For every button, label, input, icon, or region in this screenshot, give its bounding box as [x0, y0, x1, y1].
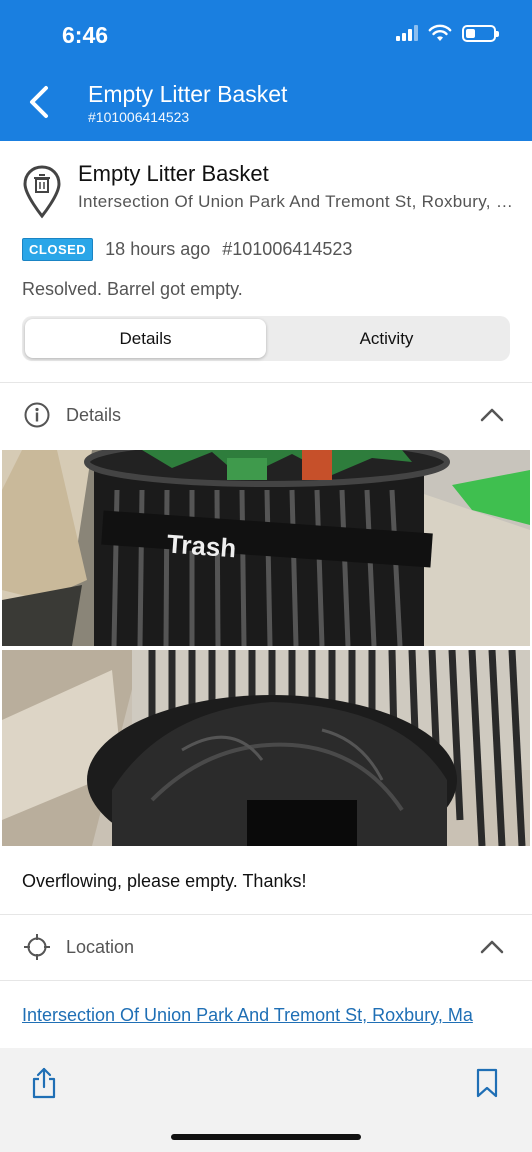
request-title: Empty Litter Basket — [78, 161, 269, 186]
resolution-text: Resolved. Barrel got empty. — [22, 279, 243, 299]
divider — [0, 980, 532, 981]
location-crosshair-icon — [24, 934, 50, 960]
request-description: Overflowing, please empty. Thanks! — [22, 871, 307, 891]
page-title: Empty Litter Basket — [88, 81, 288, 107]
photo-empty-basket[interactable] — [2, 650, 530, 846]
info-icon — [24, 402, 50, 428]
battery-icon — [462, 24, 499, 42]
case-id: #101006414523 — [222, 239, 353, 259]
app-header: 6:46 Empty Litter Basket #101006414523 — [0, 0, 532, 141]
share-icon[interactable] — [30, 1066, 58, 1100]
time-ago: 18 hours ago — [105, 239, 211, 259]
tab-activity[interactable]: Activity — [266, 319, 507, 358]
chevron-up-icon[interactable] — [480, 940, 504, 954]
status-time: 6:46 — [62, 22, 109, 48]
divider — [0, 914, 532, 915]
details-section-label: Details — [66, 405, 122, 425]
details-section-header[interactable]: Details — [0, 384, 532, 448]
case-number: #101006414523 — [88, 109, 190, 125]
trash-pin-icon — [23, 165, 61, 219]
status-badge: CLOSED — [22, 238, 94, 261]
location-section-header[interactable]: Location — [0, 916, 532, 980]
home-indicator — [171, 1134, 361, 1140]
divider — [0, 382, 532, 383]
photo-overflowing-basket[interactable]: Trash — [2, 450, 530, 646]
back-button[interactable] — [22, 82, 56, 122]
svg-text:Trash: Trash — [166, 529, 237, 564]
tab-details[interactable]: Details — [25, 319, 266, 358]
bottom-toolbar — [0, 1048, 532, 1152]
location-section-label: Location — [66, 937, 135, 957]
segmented-tabs: Details Activity — [22, 316, 510, 361]
status-icons — [396, 24, 499, 42]
location-address-link[interactable]: Intersection Of Union Park And Tremont S… — [22, 1003, 502, 1027]
meta-row: CLOSED 18 hours ago #101006414523 — [22, 238, 352, 261]
wifi-icon — [428, 24, 452, 41]
chevron-up-icon[interactable] — [480, 408, 504, 422]
signal-icon — [396, 25, 418, 41]
request-address: Intersection Of Union Park And Tremont S… — [78, 192, 518, 211]
bookmark-icon[interactable] — [474, 1068, 500, 1098]
